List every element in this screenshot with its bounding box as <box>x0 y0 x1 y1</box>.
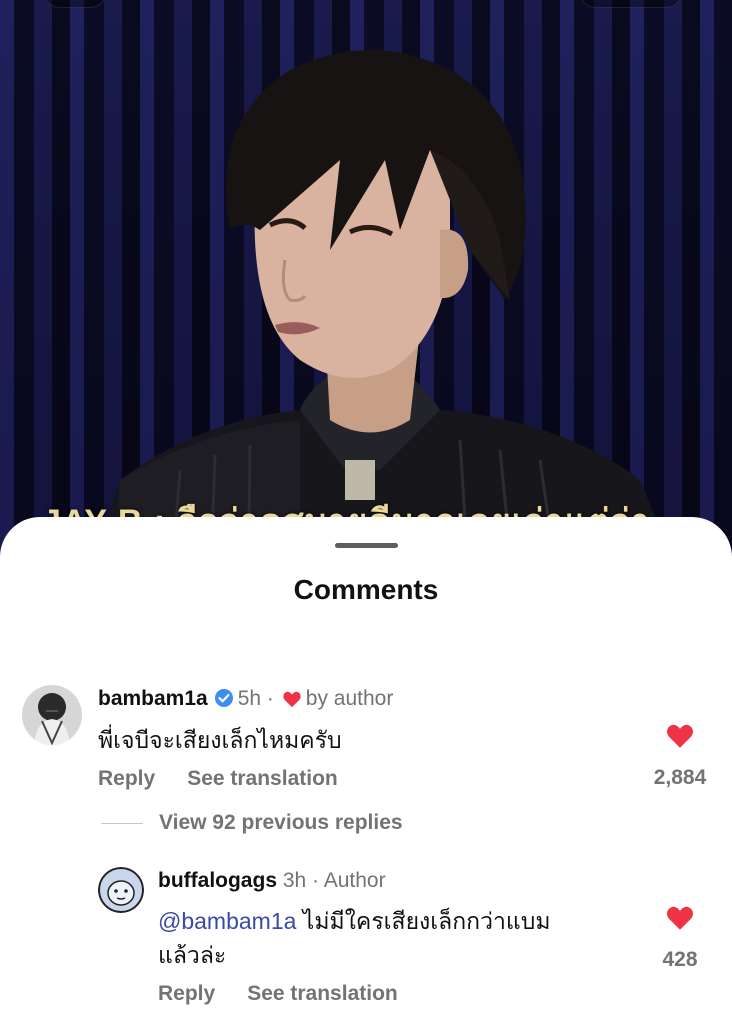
reply-item: buffalogags 3h · Author @bambam1a ไม่มีใ… <box>0 517 732 1024</box>
see-translation-button[interactable]: See translation <box>247 982 398 1005</box>
reply-actions: Reply See translation <box>158 982 430 1006</box>
reply-avatar[interactable] <box>98 867 144 913</box>
reply-button[interactable]: Reply <box>158 982 215 1005</box>
author-badge: Author <box>323 869 386 892</box>
reply-text-line1: ไม่มีใครเสียงเล็กกว่าแบม <box>296 908 551 934</box>
reply-text: @bambam1a ไม่มีใครเสียงเล็กกว่าแบม แล้วล… <box>158 904 628 972</box>
video-preview[interactable]: JAY B : ถือว่าดูสบายดีมากเลยเว่าแต่ว่า <box>0 0 732 600</box>
like-heart-icon[interactable] <box>665 904 695 936</box>
reply-time: 3h <box>282 869 307 892</box>
mention-link[interactable]: @bambam1a <box>158 908 296 934</box>
meta-separator: · <box>312 869 320 892</box>
comments-sheet: Comments bambam1a 5h · by author พี่เจบีจ… <box>0 517 732 1024</box>
reply-meta: buffalogags 3h · Author <box>158 869 386 893</box>
like-count: 428 <box>662 948 698 971</box>
reply-text-line2: แล้วล่ะ <box>158 942 227 968</box>
reply-username[interactable]: buffalogags <box>158 869 277 892</box>
